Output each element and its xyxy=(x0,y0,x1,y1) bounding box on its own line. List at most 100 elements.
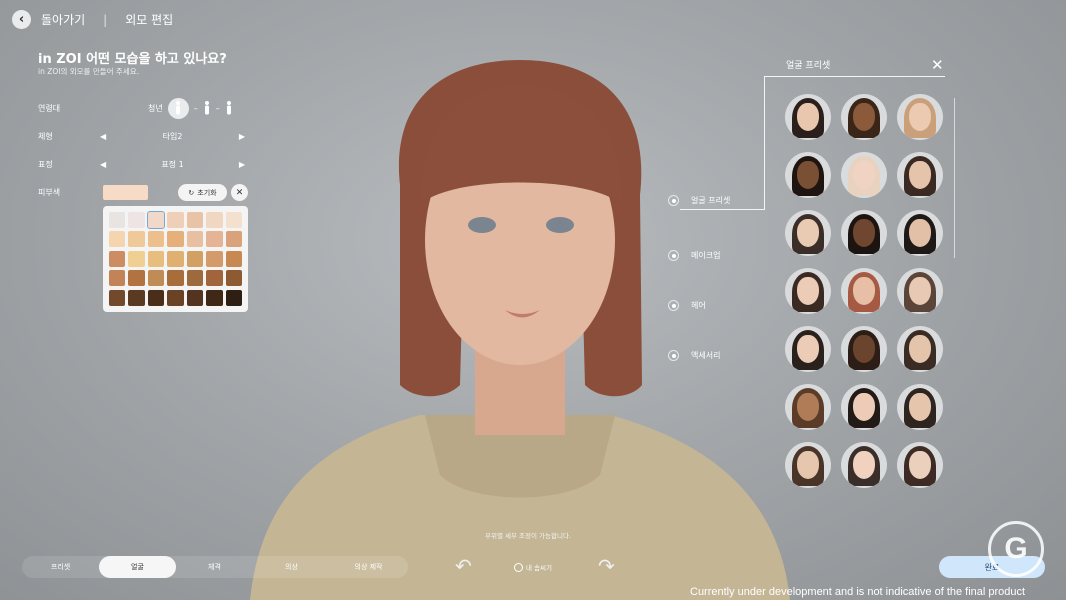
face-preset-item[interactable] xyxy=(841,384,887,430)
skin-color-cell[interactable] xyxy=(147,231,165,248)
skin-color-swatch[interactable] xyxy=(103,185,148,200)
face-preset-item[interactable] xyxy=(897,94,943,140)
skin-color-cell[interactable] xyxy=(186,231,204,248)
face-preset-item[interactable] xyxy=(785,268,831,314)
category-makeup[interactable]: 메이크업 xyxy=(668,250,720,261)
skin-label: 피부색 xyxy=(38,187,61,197)
face-preset-item[interactable] xyxy=(785,326,831,372)
skin-color-cell[interactable] xyxy=(167,231,184,248)
arrow-left-icon[interactable]: ◀ xyxy=(100,160,106,169)
face-preset-item[interactable] xyxy=(841,94,887,140)
face-preset-item[interactable] xyxy=(785,442,831,488)
redo-icon[interactable]: ↷ xyxy=(598,554,615,578)
skin-color-cell[interactable] xyxy=(128,212,145,228)
close-palette-button[interactable]: ✕ xyxy=(231,184,248,201)
person-older-icon[interactable] xyxy=(203,101,211,115)
disclaimer-text: Currently under development and is not i… xyxy=(690,586,1026,598)
category-accessory[interactable]: 액세서리 xyxy=(668,350,720,361)
arrow-right-icon[interactable]: ▶ xyxy=(239,160,245,169)
face-preset-item[interactable] xyxy=(841,152,887,198)
top-bar: ‹ 돌아가기 | 외모 편집 xyxy=(12,10,173,29)
face-preset-item[interactable] xyxy=(897,152,943,198)
skin-color-cell[interactable] xyxy=(147,289,165,306)
skin-color-cell[interactable] xyxy=(128,270,145,287)
save-button[interactable]: 내 솜씨기 xyxy=(514,562,552,572)
panel-divider xyxy=(765,76,945,77)
skin-color-cell[interactable] xyxy=(109,212,126,228)
face-skin xyxy=(909,103,931,131)
skin-color-cell[interactable] xyxy=(186,212,204,228)
face-preset-item[interactable] xyxy=(841,210,887,256)
skin-color-cell[interactable] xyxy=(206,270,223,287)
face-skin xyxy=(909,451,931,479)
category-face-preset[interactable]: 얼굴 프리셋 xyxy=(668,195,730,206)
skin-color-cell[interactable] xyxy=(128,250,145,267)
tab-outfit-create[interactable]: 의상 제작 xyxy=(330,556,407,578)
tab-face[interactable]: 얼굴 xyxy=(99,556,176,578)
skin-color-cell[interactable] xyxy=(225,231,242,248)
face-preset-item[interactable] xyxy=(785,210,831,256)
skin-color-cell[interactable] xyxy=(167,270,184,287)
skin-color-cell[interactable] xyxy=(167,250,184,267)
skin-color-cell[interactable] xyxy=(186,289,204,306)
category-label: 얼굴 프리셋 xyxy=(691,196,731,205)
skin-color-cell[interactable] xyxy=(206,289,223,306)
skin-color-cell[interactable] xyxy=(167,212,184,228)
skin-color-cell[interactable] xyxy=(109,289,126,306)
page-subtitle: in ZOI의 외모를 만들어 주세요. xyxy=(38,67,140,76)
reset-button[interactable]: ↻ 초기화 xyxy=(178,184,227,201)
face-preset-item[interactable] xyxy=(785,152,831,198)
face-skin xyxy=(797,219,819,247)
face-skin xyxy=(797,277,819,305)
skin-color-cell[interactable] xyxy=(167,289,184,306)
face-preset-item[interactable] xyxy=(785,384,831,430)
face-preset-item[interactable] xyxy=(841,268,887,314)
face-preset-item[interactable] xyxy=(841,326,887,372)
skin-color-cell[interactable] xyxy=(225,289,242,306)
arrow-left-icon[interactable]: ◀ xyxy=(100,132,106,141)
skin-color-cell[interactable] xyxy=(206,250,223,267)
face-preset-item[interactable] xyxy=(841,442,887,488)
face-preset-item[interactable] xyxy=(897,442,943,488)
arrow-right-icon[interactable]: ▶ xyxy=(239,132,245,141)
skin-color-cell[interactable] xyxy=(128,231,145,248)
skin-color-cell[interactable] xyxy=(147,270,165,287)
category-label: 메이크업 xyxy=(691,251,721,260)
face-preset-item[interactable] xyxy=(897,210,943,256)
skin-color-cell[interactable] xyxy=(206,231,223,248)
face-skin xyxy=(909,335,931,363)
tab-body[interactable]: 체격 xyxy=(176,556,253,578)
face-preset-item[interactable] xyxy=(897,268,943,314)
face-preset-item[interactable] xyxy=(785,94,831,140)
skin-color-cell[interactable] xyxy=(146,211,166,229)
character-preview[interactable] xyxy=(250,55,790,600)
face-preset-item[interactable] xyxy=(897,326,943,372)
skin-color-cell[interactable] xyxy=(225,270,242,287)
skin-color-cell[interactable] xyxy=(186,250,204,267)
tab-preset[interactable]: 프리셋 xyxy=(22,556,99,578)
skin-color-cell[interactable] xyxy=(109,250,126,267)
character-illustration xyxy=(250,60,790,600)
skin-color-cell[interactable] xyxy=(186,270,204,287)
skin-color-cell[interactable] xyxy=(225,212,242,228)
undo-icon[interactable]: ↶ xyxy=(455,554,472,578)
category-hair[interactable]: 헤어 xyxy=(668,300,706,311)
age-adult-option[interactable] xyxy=(167,97,189,119)
close-icon[interactable]: ✕ xyxy=(931,56,944,74)
tab-outfit[interactable]: 의상 xyxy=(253,556,330,578)
back-label[interactable]: 돌아가기 xyxy=(41,11,85,28)
face-preset-item[interactable] xyxy=(897,384,943,430)
age-dash: – xyxy=(215,103,220,113)
skin-color-cell[interactable] xyxy=(128,289,145,306)
body-type-label: 체형 xyxy=(38,131,53,141)
scroll-track[interactable] xyxy=(954,98,955,258)
face-skin xyxy=(909,161,931,189)
skin-color-cell[interactable] xyxy=(109,231,126,248)
skin-color-cell[interactable] xyxy=(147,250,165,267)
chevron-left-icon: ‹ xyxy=(18,12,25,27)
back-button[interactable]: ‹ xyxy=(12,10,31,29)
skin-color-cell[interactable] xyxy=(206,212,223,228)
person-elder-icon[interactable] xyxy=(225,101,233,115)
skin-color-cell[interactable] xyxy=(225,250,242,267)
skin-color-cell[interactable] xyxy=(109,270,126,287)
